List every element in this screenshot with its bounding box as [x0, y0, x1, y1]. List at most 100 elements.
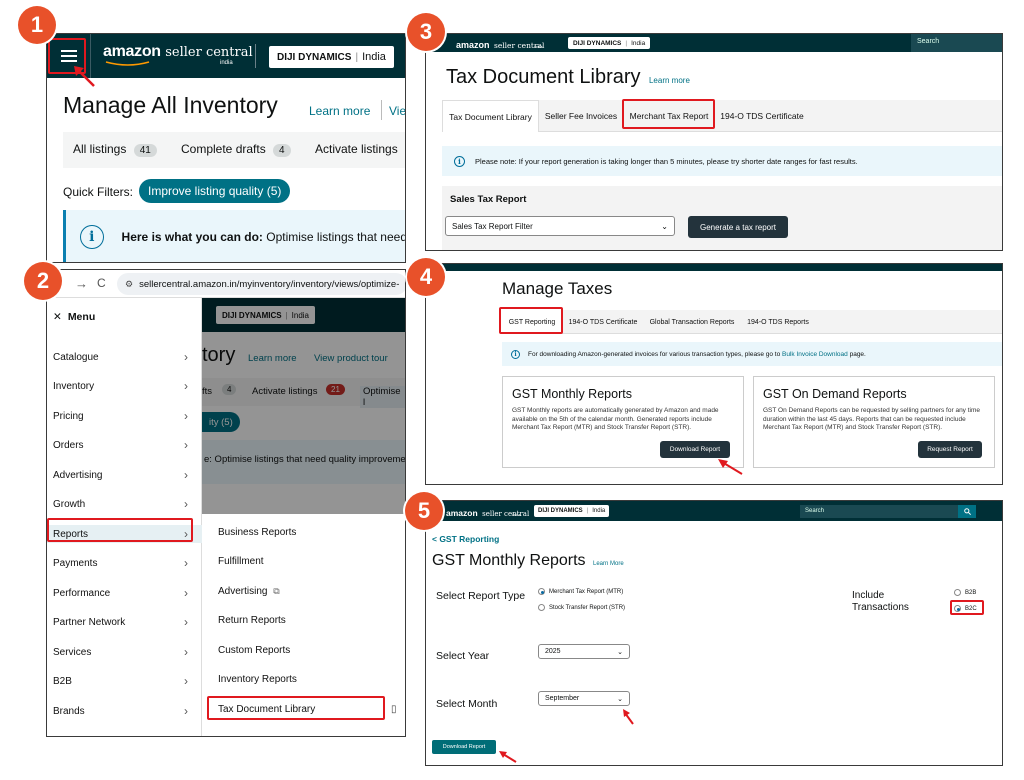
site-settings-icon[interactable]: ⚙ — [125, 279, 133, 290]
radio-unselected — [954, 589, 961, 596]
view-link[interactable]: Vie — [389, 104, 405, 118]
radio-unselected — [538, 604, 545, 611]
notice-text: Please note: If your report generation i… — [475, 156, 858, 166]
highlight-b2c — [950, 600, 984, 615]
panel-step-5: amazon seller central india DIJI DYNAMIC… — [425, 500, 1003, 766]
menu-item-growth[interactable]: Growth › — [47, 495, 202, 513]
month-select[interactable]: September ⌄ — [538, 691, 630, 706]
store-name: DIJI DYNAMICS — [277, 51, 352, 63]
info-icon: i — [80, 225, 104, 249]
menu-item-catalogue[interactable]: Catalogue › — [47, 348, 202, 366]
menu-item-partner-network[interactable]: Partner Network › — [47, 613, 202, 631]
menu-item-performance[interactable]: Performance › — [47, 584, 202, 602]
tab-194o-tds-reports[interactable]: 194-O TDS Reports — [742, 310, 814, 334]
seller-central-header-strip — [426, 264, 1002, 271]
learn-more-link[interactable]: Learn more — [309, 104, 370, 118]
logo-sub: seller central — [165, 45, 253, 60]
seller-central-header: amazon seller central india DIJI DYNAMIC… — [426, 34, 1002, 53]
chevron-right-icon: › — [184, 497, 188, 511]
chevron-right-icon: › — [184, 556, 188, 570]
bookmark-icon[interactable]: ▯ — [391, 704, 397, 715]
year-label: Select Year — [436, 650, 490, 662]
quick-filter-pill[interactable]: Improve listing quality (5) — [139, 179, 291, 203]
menu-close[interactable]: ✕ Menu — [53, 311, 95, 323]
chevron-down-icon: ⌄ — [661, 221, 668, 231]
invoice-notice: i For downloading Amazon-generated invoi… — [502, 342, 1002, 366]
report-type-str[interactable]: Stock Transfer Report (STR) — [538, 604, 625, 611]
year-select[interactable]: 2025 ⌄ — [538, 644, 630, 659]
request-report-button[interactable]: Request Report — [918, 441, 982, 458]
download-report-button[interactable]: Download Report — [432, 740, 496, 754]
tab-194o-tds-certificate[interactable]: 194-O TDS Certificate — [715, 100, 809, 132]
report-type-label: Select Report Type — [436, 590, 526, 602]
tab-complete-drafts[interactable]: Complete drafts 4 — [181, 142, 291, 157]
menu-item-pricing[interactable]: Pricing › — [47, 407, 202, 425]
address-bar[interactable]: ⚙ sellercentral.amazon.in/myinventory/in… — [117, 273, 405, 295]
seller-central-logo[interactable]: amazon seller central india — [103, 43, 253, 66]
submenu-return-reports[interactable]: Return Reports — [218, 615, 286, 626]
amazon-smile-icon — [105, 61, 150, 66]
back-link[interactable]: < GST Reporting — [432, 534, 499, 544]
card-gst-monthly: GST Monthly Reports GST Monthly reports … — [502, 376, 744, 468]
chevron-right-icon: › — [184, 674, 188, 688]
tax-report-filter[interactable]: Sales Tax Report Filter ⌄ — [445, 216, 675, 236]
learn-more-link[interactable]: Learn More — [593, 561, 624, 567]
chevron-right-icon: › — [184, 615, 188, 629]
store-switcher[interactable]: DIJI DYNAMICS | India — [534, 505, 610, 517]
search-input[interactable]: Search — [911, 34, 1002, 52]
tab-global-transaction-reports[interactable]: Global Transaction Reports — [644, 310, 740, 334]
include-b2b[interactable]: B2B — [954, 589, 976, 596]
page-title: Tax Document Library Learn more — [446, 66, 690, 88]
store-switcher[interactable]: DIJI DYNAMICS | India — [568, 37, 651, 49]
card-text: GST On Demand Reports can be requested b… — [763, 407, 981, 431]
learn-more-link[interactable]: Learn more — [649, 76, 690, 85]
bulk-invoice-link[interactable]: Bulk Invoice Download — [782, 351, 848, 358]
pointer-arrow-icon — [623, 709, 634, 725]
dim-overlay — [202, 298, 405, 518]
seller-central-header: amazon seller central india DIJI DYNAMIC… — [426, 501, 1002, 521]
info-icon: i — [454, 155, 465, 167]
tab-all-listings[interactable]: All listings 41 — [73, 142, 157, 157]
menu-item-brands[interactable]: Brands › — [47, 702, 202, 720]
seller-central-logo[interactable]: amazon seller central india — [456, 35, 544, 53]
search-button[interactable] — [958, 505, 976, 518]
tab-tax-document-library[interactable]: Tax Document Library — [442, 100, 539, 132]
report-type-mtr[interactable]: Merchant Tax Report (MTR) — [538, 588, 623, 595]
tab-seller-fee-invoices[interactable]: Seller Fee Invoices — [539, 100, 623, 132]
page-title: Manage All Inventory — [63, 92, 278, 118]
chevron-down-icon: ⌄ — [617, 695, 623, 703]
step-badge-1: 1 — [18, 6, 56, 44]
menu-item-advertising[interactable]: Advertising › — [47, 466, 202, 484]
card-title: GST On Demand Reports — [763, 387, 907, 401]
forward-icon[interactable]: → — [75, 276, 88, 291]
page-title: Manage Taxes — [502, 279, 613, 298]
section-title: Sales Tax Report — [450, 194, 527, 205]
tab-194o-tds-certificate[interactable]: 194-O TDS Certificate — [564, 310, 642, 334]
seller-central-logo[interactable]: amazon seller central india — [446, 503, 529, 521]
reload-icon[interactable]: C — [97, 276, 106, 290]
panel-step-1: amazon seller central india DIJI DYNAMIC… — [46, 33, 406, 263]
submenu-advertising[interactable]: Advertising ⧉ — [218, 586, 280, 597]
menu-item-services[interactable]: Services › — [47, 643, 202, 661]
menu-item-payments[interactable]: Payments › — [47, 554, 202, 572]
logo-region: india — [220, 60, 233, 66]
menu-item-inventory[interactable]: Inventory › — [47, 377, 202, 395]
report-notice: i Please note: If your report generation… — [442, 146, 1002, 176]
menu-item-b2b[interactable]: B2B › — [47, 672, 202, 690]
submenu-fulfillment[interactable]: Fulfillment — [218, 556, 264, 567]
tab-count-badge: 41 — [133, 144, 157, 157]
download-report-button[interactable]: Download Report — [660, 441, 730, 458]
menu-item-orders[interactable]: Orders › — [47, 436, 202, 454]
submenu-inventory-reports[interactable]: Inventory Reports — [218, 674, 297, 685]
step-badge-5: 5 — [405, 492, 443, 530]
chevron-right-icon: › — [184, 586, 188, 600]
card-gst-on-demand: GST On Demand Reports GST On Demand Repo… — [753, 376, 995, 468]
store-switcher[interactable]: DIJI DYNAMICS | India — [269, 46, 394, 68]
tab-activate-listings[interactable]: Activate listings — [315, 142, 398, 156]
search-input[interactable]: Search — [800, 505, 958, 518]
step-badge-2: 2 — [24, 262, 62, 300]
generate-tax-report-button[interactable]: Generate a tax report — [688, 216, 788, 238]
quick-filters-label: Quick Filters: — [63, 185, 134, 199]
submenu-business-reports[interactable]: Business Reports — [218, 527, 296, 538]
submenu-custom-reports[interactable]: Custom Reports — [218, 645, 290, 656]
